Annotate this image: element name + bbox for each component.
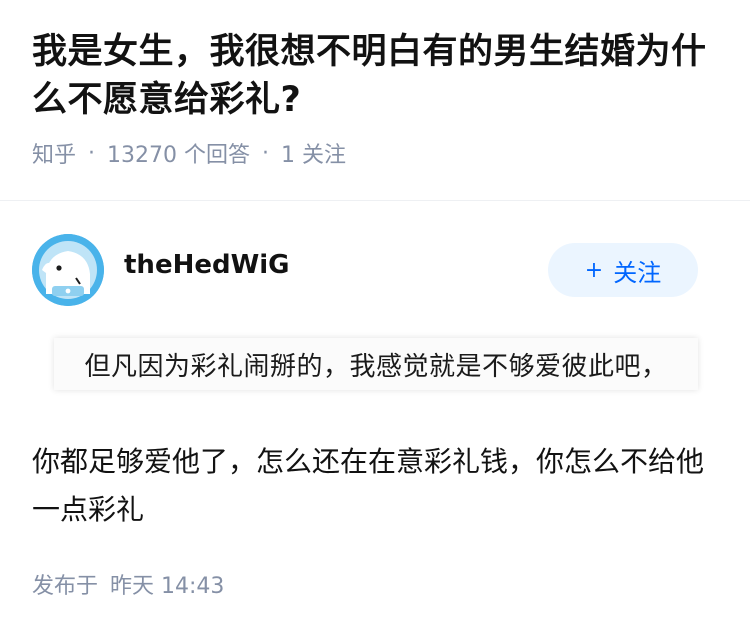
publish-info: 发布于 昨天 14:43 — [32, 568, 224, 600]
answer-body: 你都足够爱他了，怎么还在在意彩礼钱，你怎么不给他一点彩礼 — [32, 445, 705, 526]
author-name[interactable]: theHedWiG — [124, 250, 290, 280]
divider — [0, 200, 750, 201]
quote-image[interactable]: 但凡因为彩礼闹掰的，我感觉就是不够爱彼此吧， — [54, 338, 698, 390]
question-title[interactable]: 我是女生，我很想不明白有的男生结婚为什么不愿意给彩礼? — [32, 28, 718, 124]
follow-count[interactable]: 1 关注 — [281, 137, 346, 169]
follow-button-label: 关注 — [613, 258, 662, 287]
answer-count[interactable]: 13270 个回答 — [107, 137, 250, 169]
follow-button[interactable]: + 关注 — [548, 243, 698, 297]
quote-image-text: 但凡因为彩礼闹掰的，我感觉就是不够爱彼此吧， — [84, 351, 668, 382]
question-meta: 知乎 · 13270 个回答 · 1 关注 — [32, 136, 718, 170]
source-label[interactable]: 知乎 — [32, 137, 76, 169]
separator-dot: · — [88, 140, 96, 166]
plus-icon: + — [584, 257, 604, 283]
author-row: theHedWiG + 关注 — [32, 234, 698, 306]
avatar[interactable] — [32, 234, 104, 306]
published-time: 昨天 14:43 — [110, 574, 225, 599]
separator-dot: · — [262, 140, 269, 166]
question-header: 我是女生，我很想不明白有的男生结婚为什么不愿意给彩礼? 知乎 · 13270 个… — [0, 0, 750, 170]
published-label: 发布于 — [32, 574, 99, 599]
